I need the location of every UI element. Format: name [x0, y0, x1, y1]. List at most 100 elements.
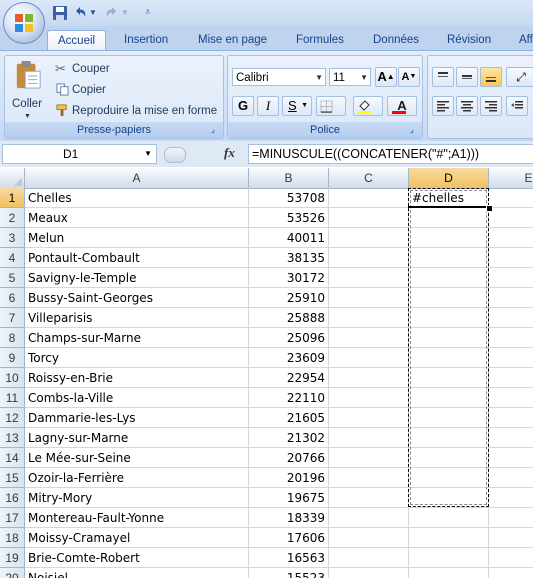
align-center-button[interactable] [456, 96, 478, 116]
fill-handle[interactable] [486, 205, 493, 212]
row-header[interactable]: 15 [0, 468, 25, 488]
cell-d[interactable] [409, 368, 489, 388]
name-box-dropdown-icon[interactable]: ▼ [144, 145, 152, 163]
row-header[interactable]: 13 [0, 428, 25, 448]
cell-e[interactable] [489, 448, 533, 468]
cell-d[interactable] [409, 428, 489, 448]
underline-dropdown-icon[interactable]: ▼ [301, 97, 308, 115]
cell-e[interactable] [489, 388, 533, 408]
undo-icon[interactable] [72, 5, 88, 21]
cell-b[interactable]: 25910 [249, 288, 329, 308]
cell-b[interactable]: 30172 [249, 268, 329, 288]
cell-d[interactable] [409, 508, 489, 528]
font-size-dropdown-icon[interactable]: ▼ [360, 69, 368, 87]
name-box[interactable]: D1 ▼ [2, 144, 157, 164]
column-header-d[interactable]: D [409, 168, 489, 188]
cell-a[interactable]: Melun [25, 228, 249, 248]
cell-a[interactable]: Chelles [25, 188, 249, 208]
cell-d[interactable] [409, 308, 489, 328]
align-right-button[interactable] [480, 96, 502, 116]
borders-button[interactable] [316, 96, 346, 116]
cell-c[interactable] [329, 548, 409, 568]
shrink-font-button[interactable]: A▼ [398, 67, 420, 87]
paste-button[interactable]: Coller ▼ [8, 58, 48, 120]
underline-button[interactable]: S ▼ [282, 96, 312, 116]
cell-c[interactable] [329, 568, 409, 578]
cell-e[interactable] [489, 428, 533, 448]
cell-c[interactable] [329, 248, 409, 268]
office-button[interactable] [3, 2, 45, 44]
cell-a[interactable]: Meaux [25, 208, 249, 228]
cell-d[interactable] [409, 488, 489, 508]
cell-b[interactable]: 21605 [249, 408, 329, 428]
cell-b[interactable]: 16563 [249, 548, 329, 568]
row-header[interactable]: 18 [0, 528, 25, 548]
row-header[interactable]: 10 [0, 368, 25, 388]
cell-a[interactable]: Roissy-en-Brie [25, 368, 249, 388]
tab-affichage[interactable]: Aff [519, 30, 533, 50]
copy-button[interactable]: Copier [55, 81, 135, 99]
tab-mise-en-page[interactable]: Mise en page [198, 30, 267, 50]
cell-a[interactable]: Le Mée-sur-Seine [25, 448, 249, 468]
cell-d[interactable] [409, 468, 489, 488]
cell-d[interactable]: #chelles [409, 188, 489, 208]
row-header[interactable]: 20 [0, 568, 25, 578]
cell-b[interactable]: 22954 [249, 368, 329, 388]
row-header[interactable]: 17 [0, 508, 25, 528]
font-name-dropdown-icon[interactable]: ▼ [315, 69, 323, 87]
row-header[interactable]: 9 [0, 348, 25, 368]
align-left-button[interactable] [432, 96, 454, 116]
cell-b[interactable]: 53526 [249, 208, 329, 228]
font-launcher-icon[interactable]: ⌟ [410, 126, 419, 135]
font-size-combo[interactable]: 11 ▼ [329, 68, 371, 86]
cell-b[interactable]: 40011 [249, 228, 329, 248]
clipboard-launcher-icon[interactable]: ⌟ [211, 126, 220, 135]
cell-e[interactable] [489, 248, 533, 268]
cell-e[interactable] [489, 528, 533, 548]
row-header[interactable]: 14 [0, 448, 25, 468]
column-header-b[interactable]: B [249, 168, 329, 188]
save-icon[interactable] [52, 5, 68, 21]
fill-color-button[interactable] [353, 96, 383, 116]
row-header[interactable]: 16 [0, 488, 25, 508]
cell-d[interactable] [409, 248, 489, 268]
decrease-indent-button[interactable] [506, 96, 528, 116]
cell-e[interactable] [489, 208, 533, 228]
cell-b[interactable]: 25096 [249, 328, 329, 348]
bold-button[interactable]: G [232, 96, 254, 116]
format-painter-button[interactable]: Reproduire la mise en forme [55, 102, 220, 120]
cell-e[interactable] [489, 268, 533, 288]
row-header[interactable]: 11 [0, 388, 25, 408]
cell-a[interactable]: Combs-la-Ville [25, 388, 249, 408]
cell-b[interactable]: 17606 [249, 528, 329, 548]
cell-c[interactable] [329, 388, 409, 408]
redo-dropdown-icon[interactable]: ▼ [121, 5, 137, 21]
row-header[interactable]: 5 [0, 268, 25, 288]
cell-d[interactable] [409, 268, 489, 288]
cell-c[interactable] [329, 528, 409, 548]
tab-formules[interactable]: Formules [296, 30, 344, 50]
cell-c[interactable] [329, 208, 409, 228]
cell-e[interactable] [489, 468, 533, 488]
cell-b[interactable]: 20196 [249, 468, 329, 488]
cell-d[interactable] [409, 528, 489, 548]
cell-e[interactable] [489, 188, 533, 208]
align-bottom-button[interactable] [480, 67, 502, 87]
cell-e[interactable] [489, 328, 533, 348]
cell-a[interactable]: Dammarie-les-Lys [25, 408, 249, 428]
cell-c[interactable] [329, 368, 409, 388]
cell-c[interactable] [329, 508, 409, 528]
row-header[interactable]: 3 [0, 228, 25, 248]
cell-c[interactable] [329, 488, 409, 508]
cell-e[interactable] [489, 348, 533, 368]
cell-d[interactable] [409, 348, 489, 368]
cell-a[interactable]: Lagny-sur-Marne [25, 428, 249, 448]
cell-e[interactable] [489, 308, 533, 328]
cell-d[interactable] [409, 388, 489, 408]
cell-c[interactable] [329, 188, 409, 208]
row-header[interactable]: 7 [0, 308, 25, 328]
cell-a[interactable]: Ozoir-la-Ferrière [25, 468, 249, 488]
customize-qat-icon[interactable]: ⩡ [145, 5, 161, 21]
cell-b[interactable]: 25888 [249, 308, 329, 328]
row-header[interactable]: 8 [0, 328, 25, 348]
